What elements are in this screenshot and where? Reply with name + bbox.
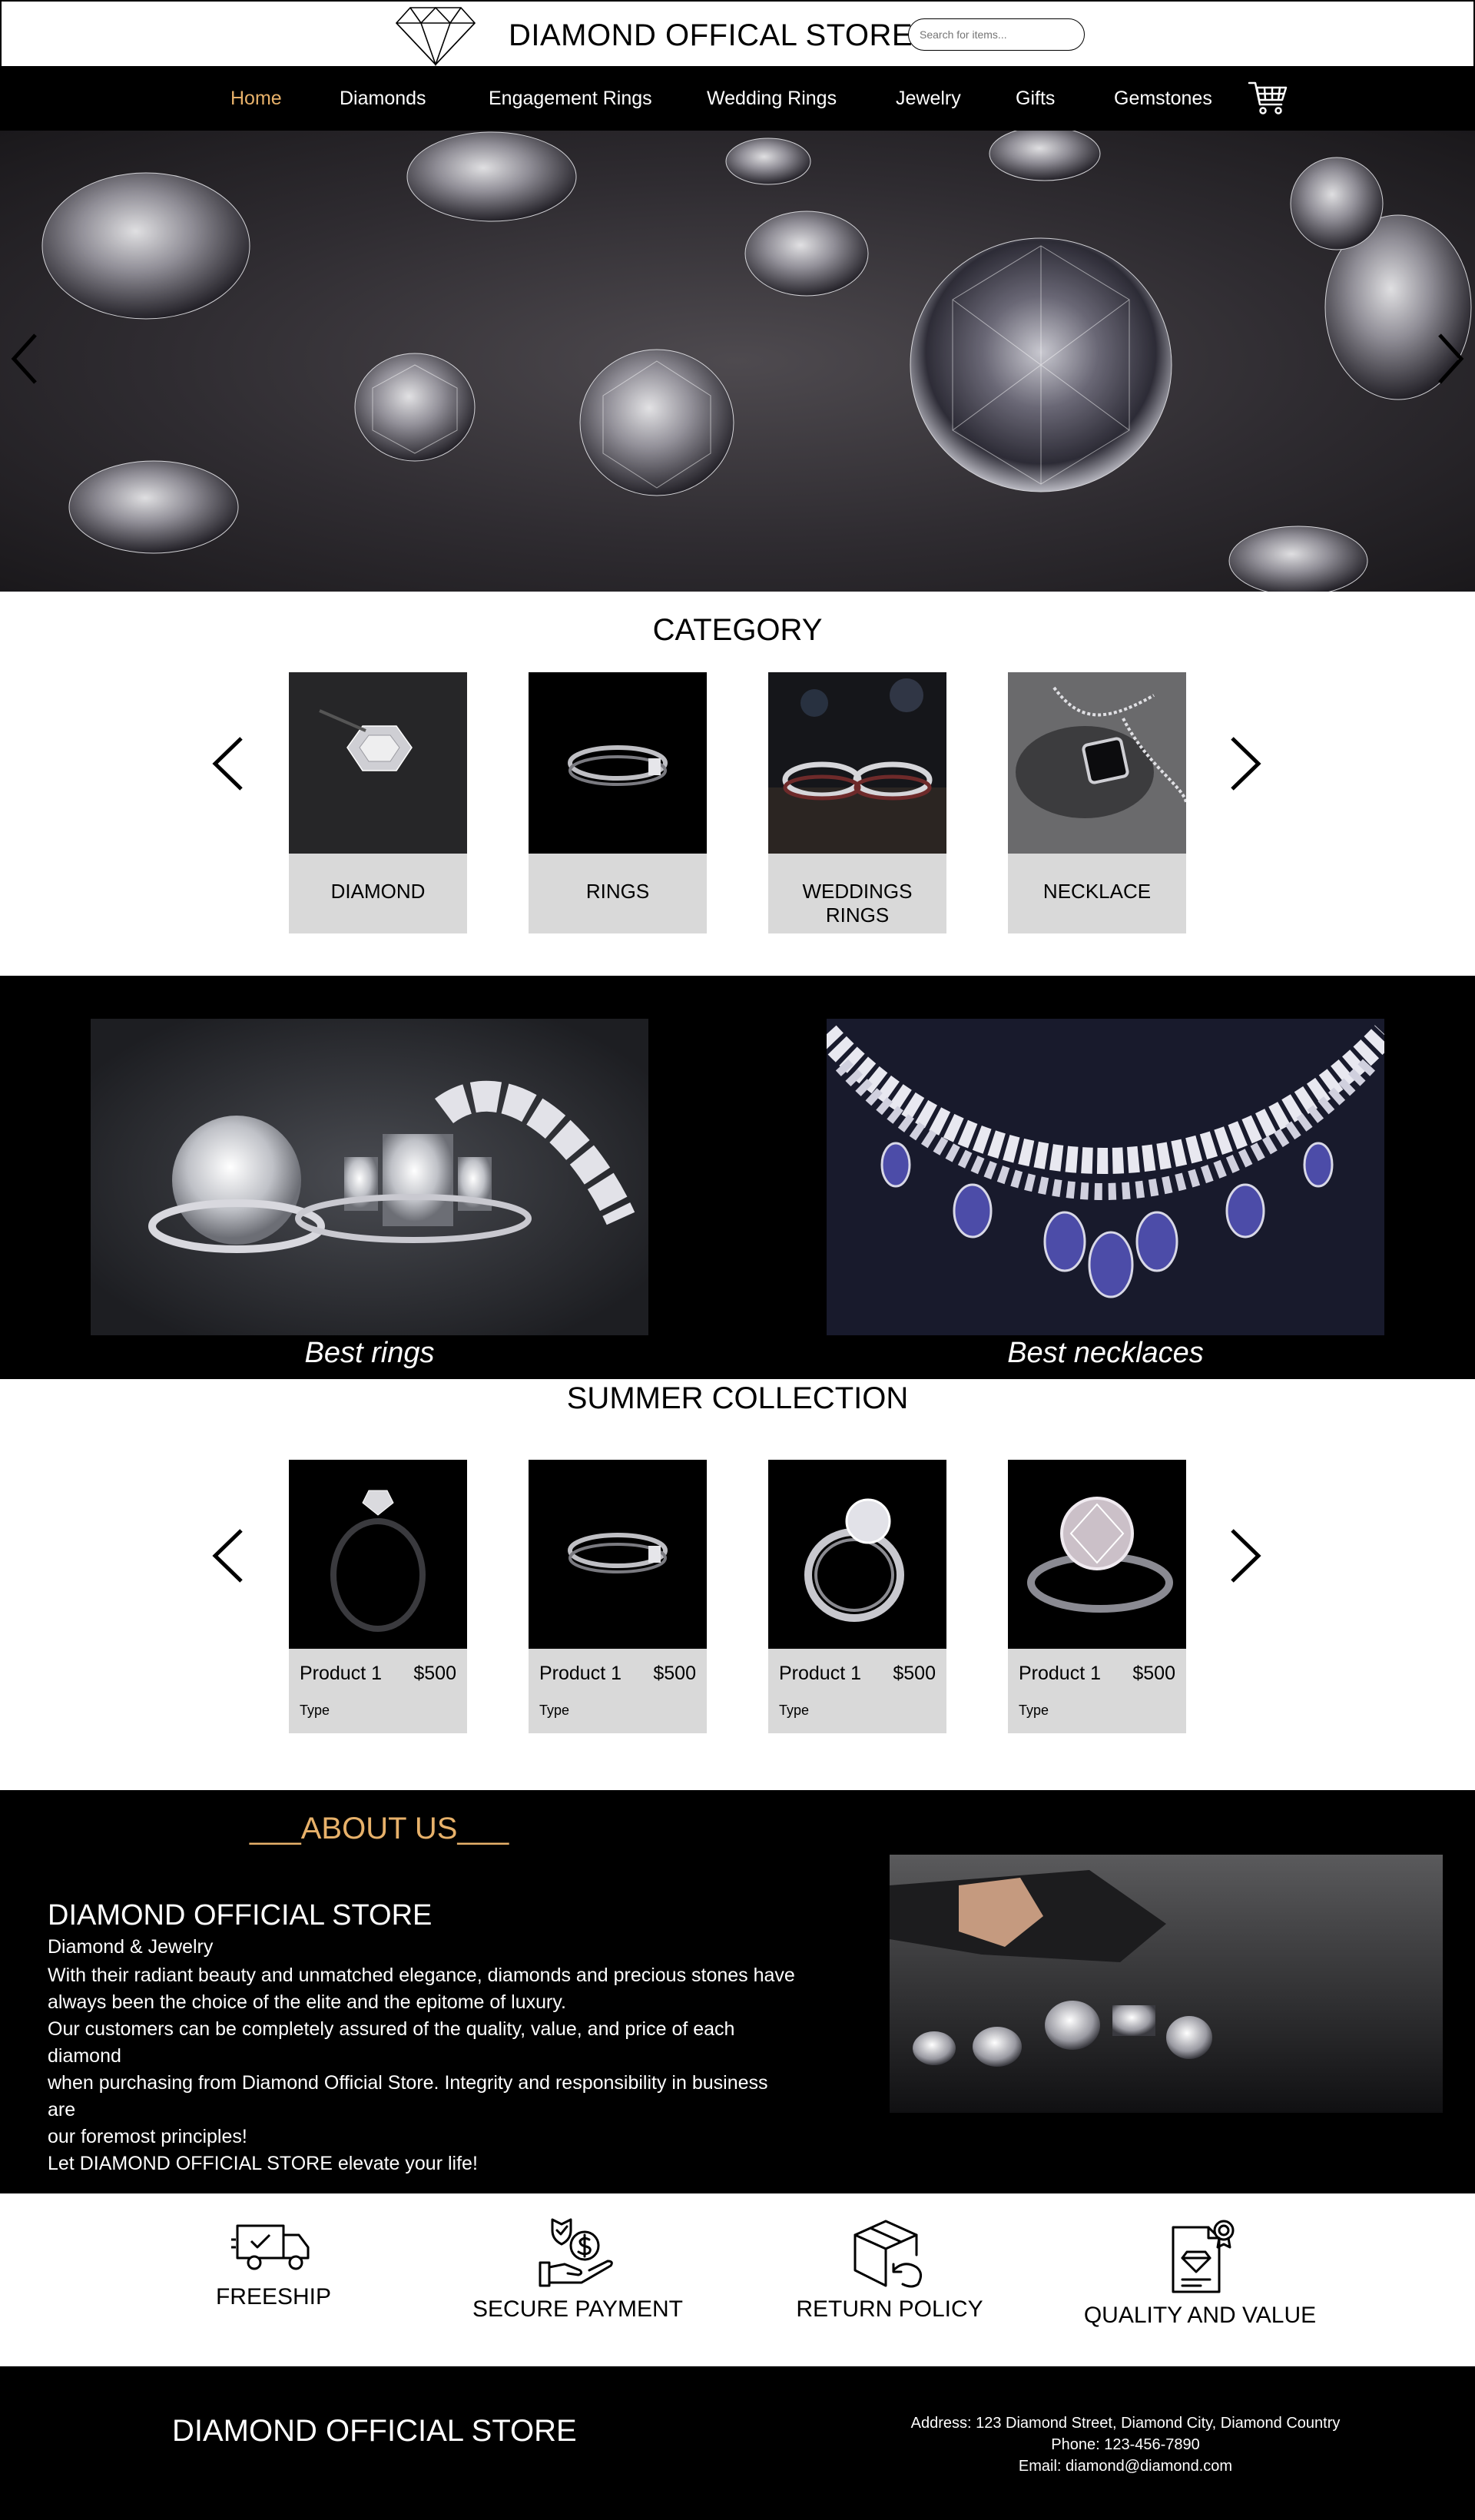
diamond-logo-icon[interactable] [393,3,478,66]
nav-gemstones[interactable]: Gemstones [1114,88,1212,110]
nav-gifts[interactable]: Gifts [1016,88,1055,110]
product-price: $500 [653,1663,696,1684]
best-rings-caption[interactable]: Best rings [91,1337,648,1370]
about-store-name: DIAMOND OFFICIAL STORE [48,1899,433,1931]
hero-diamonds-image [41,131,1472,592]
main-nav: Home Diamonds Engagement Rings Wedding R… [0,68,1475,131]
category-card-diamond[interactable]: DIAMOND [289,672,467,933]
feature-quality-value: QUALITY AND VALUE [1062,2217,1338,2329]
about-subtitle: Diamond & Jewelry [48,1936,214,1958]
product-name: Product 1 [539,1663,622,1684]
category-label: DIAMOND [330,880,426,903]
product-image [289,1460,467,1649]
best-necklaces-caption[interactable]: Best necklaces [827,1337,1384,1370]
category-label: NECKLACE [1042,880,1152,903]
nav-jewelry[interactable]: Jewelry [896,88,961,110]
footer-store-name: DIAMOND OFFICIAL STORE [172,2414,577,2448]
product-price: $500 [413,1663,456,1684]
return-box-icon [854,2220,922,2288]
about-section: ___ABOUT US___ DIAMOND OFFICIAL STORE Di… [0,1790,1475,2193]
best-rings-image[interactable] [91,1019,648,1335]
product-price: $500 [893,1663,936,1684]
category-prev-icon[interactable] [209,735,246,792]
about-description: With their radiant beauty and unmatched … [48,1965,795,2174]
product-name: Product 1 [300,1663,383,1684]
footer-email[interactable]: Email: diamond@diamond.com [845,2455,1406,2477]
product-card[interactable]: Product 1 $500 Type [289,1460,467,1733]
feature-label: SECURE PAYMENT [472,2296,683,2322]
category-necklace-image [1008,672,1186,854]
category-card-rings[interactable]: RINGS [529,672,707,933]
footer-contact: Address: 123 Diamond Street, Diamond Cit… [845,2412,1406,2477]
category-rings-image [529,672,707,854]
category-label: WEDDINGS RINGS [802,880,913,927]
feature-return-policy: RETURN POLICY [751,2217,1028,2323]
product-type: Type [1019,1703,1049,1718]
category-label: RINGS [585,880,650,903]
certificate-icon [1172,2220,1235,2293]
best-necklaces-image[interactable] [827,1019,1384,1335]
category-title: CATEGORY [652,613,823,647]
footer-phone[interactable]: Phone: 123-456-7890 [845,2434,1406,2455]
feature-label: FREESHIP [215,2284,332,2309]
feature-label: RETURN POLICY [796,2296,983,2322]
best-sellers-band: Best rings Best necklaces [0,976,1475,1379]
feature-label: QUALITY AND VALUE [1083,2303,1317,2328]
hero-banner [0,131,1475,592]
product-card[interactable]: Product 1 $500 Type [1008,1460,1186,1733]
product-card[interactable]: Product 1 $500 Type [768,1460,946,1733]
nav-wedding-rings[interactable]: Wedding Rings [707,88,837,110]
category-next-icon[interactable] [1228,735,1265,792]
product-image [1008,1460,1186,1649]
category-wedding-rings-image [768,672,946,854]
category-diamond-image [289,672,467,854]
category-card-wedding-rings[interactable]: WEDDINGS RINGS [768,672,946,933]
store-title: DIAMOND OFFICAL STORE [509,18,913,52]
search-input[interactable] [908,18,1085,51]
secure-payment-icon [539,2218,613,2287]
product-price: $500 [1132,1663,1175,1684]
product-type: Type [300,1703,330,1718]
nav-home[interactable]: Home [230,88,282,110]
product-name: Product 1 [779,1663,862,1684]
summer-collection-title: SUMMER COLLECTION [566,1381,909,1415]
hero-next-arrow-icon[interactable] [1435,332,1466,386]
delivery-truck-icon [231,2224,310,2270]
hero-prev-arrow-icon[interactable] [9,332,40,386]
about-title: ___ABOUT US___ [250,1812,509,1845]
nav-diamonds[interactable]: Diamonds [340,88,426,110]
category-card-necklace[interactable]: NECKLACE [1008,672,1186,933]
about-gems-image [890,1855,1443,2113]
site-footer: DIAMOND OFFICIAL STORE Address: 123 Diam… [0,2366,1475,2520]
nav-engagement-rings[interactable]: Engagement Rings [489,88,652,110]
feature-freeship: FREESHIP [135,2217,412,2310]
cart-icon[interactable] [1248,80,1288,115]
feature-secure-payment: SECURE PAYMENT [439,2217,716,2323]
product-type: Type [779,1703,810,1718]
summer-next-icon[interactable] [1228,1527,1265,1584]
footer-address: Address: 123 Diamond Street, Diamond Cit… [910,2415,1341,2432]
product-card[interactable]: Product 1 $500 Type [529,1460,707,1733]
product-image [529,1460,707,1649]
site-header: DIAMOND OFFICAL STORE [0,0,1475,68]
product-name: Product 1 [1019,1663,1102,1684]
product-image [768,1460,946,1649]
product-type: Type [539,1703,570,1718]
summer-prev-icon[interactable] [209,1527,246,1584]
